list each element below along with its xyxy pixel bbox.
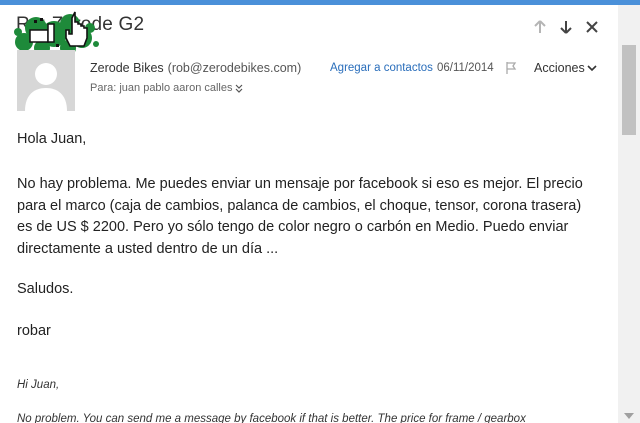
sender-name[interactable]: Zerode Bikes xyxy=(90,61,164,75)
recipients-line[interactable]: Para: juan pablo aaron calles xyxy=(90,82,243,94)
actions-label: Acciones xyxy=(534,61,585,75)
flag-icon[interactable] xyxy=(504,61,518,80)
sender-email: (rob@zerodebikes.com) xyxy=(167,61,302,75)
message-nav xyxy=(532,18,600,36)
body-greeting: Hola Juan, xyxy=(17,131,87,147)
vertical-scrollbar[interactable] xyxy=(618,5,640,423)
quoted-greeting: Hi Juan, xyxy=(17,379,60,391)
message-date: 06/11/2014 xyxy=(437,62,494,74)
double-chevron-down-icon xyxy=(236,84,243,93)
body-paragraph: No hay problema. Me puedes enviar un men… xyxy=(17,176,583,257)
top-accent-bar xyxy=(0,0,640,5)
body-closing: Saludos. xyxy=(17,281,74,297)
arrow-down-icon[interactable] xyxy=(558,18,574,36)
add-contact-link[interactable]: Agregar a contactos xyxy=(330,62,433,74)
quoted-paragraph: No problem. You can send me a message by… xyxy=(17,413,526,423)
recipients-text: Para: juan pablo aaron calles xyxy=(90,82,233,94)
chevron-down-icon xyxy=(587,65,597,72)
body-signature: robar xyxy=(17,323,51,339)
actions-menu[interactable]: Acciones xyxy=(534,61,597,75)
sender-line: Zerode Bikes (rob@zerodebikes.com) xyxy=(90,61,301,75)
scroll-down-arrow-icon[interactable] xyxy=(624,413,634,419)
arrow-up-icon[interactable] xyxy=(532,18,548,36)
close-icon[interactable] xyxy=(584,18,600,36)
scrollbar-thumb[interactable] xyxy=(622,45,636,135)
user-avatar-icon xyxy=(17,50,75,111)
